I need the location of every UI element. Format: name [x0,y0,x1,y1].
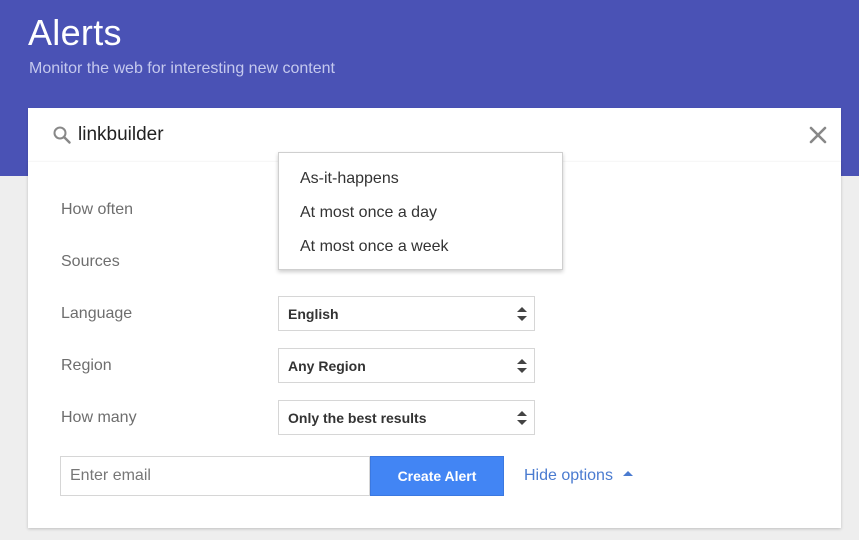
region-select[interactable]: Any Region [278,348,535,383]
how-often-label: How often [61,201,134,218]
caret-up-icon [622,471,633,477]
search-input[interactable] [78,120,778,150]
create-alert-button[interactable]: Create Alert [370,456,504,496]
sources-label: Sources [61,253,120,270]
dropdown-option-once-a-day[interactable]: At most once a day [279,196,562,230]
email-field[interactable] [60,456,370,496]
language-select[interactable]: English [278,296,535,331]
select-arrows-icon [517,411,527,425]
page-title: Alerts [28,12,122,53]
hide-options-link[interactable]: Hide options [524,467,633,485]
search-icon [53,126,71,144]
language-label: Language [61,305,133,322]
region-label: Region [61,357,112,374]
dropdown-option-as-it-happens[interactable]: As-it-happens [279,162,562,196]
language-select-value: English [288,306,339,322]
select-arrows-icon [517,359,527,373]
page-subtitle: Monitor the web for interesting new cont… [29,60,335,77]
how-many-select-value: Only the best results [288,410,427,426]
region-select-value: Any Region [288,358,366,374]
dropdown-option-once-a-week[interactable]: At most once a week [279,230,562,264]
close-icon[interactable] [807,124,829,146]
how-many-label: How many [61,409,137,426]
hide-options-label: Hide options [524,467,613,484]
how-many-select[interactable]: Only the best results [278,400,535,435]
how-often-dropdown: As-it-happens At most once a day At most… [278,152,563,270]
select-arrows-icon [517,307,527,321]
